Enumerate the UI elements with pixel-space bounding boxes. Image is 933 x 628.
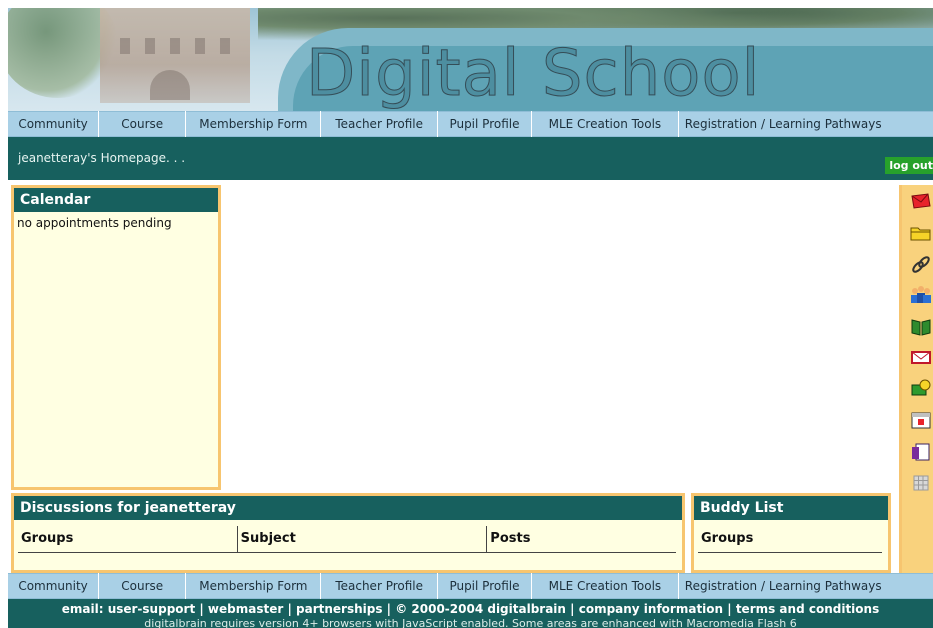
discussions-panel: Discussions for jeanetteray Groups Subje… <box>11 493 685 573</box>
tool-icon-bar <box>899 185 933 573</box>
calendar-icon[interactable] <box>910 410 932 430</box>
book-icon[interactable] <box>910 317 932 337</box>
column-posts[interactable]: Posts <box>486 526 676 552</box>
discussions-title: Discussions for jeanetteray <box>14 496 682 520</box>
calendar-panel: Calendar no appointments pending <box>11 185 221 490</box>
greeting-bar: jeanetteray's Homepage. . . log out <box>8 137 933 180</box>
top-nav: Community Course Membership Form Teacher… <box>8 111 933 137</box>
nav-mle-creation-tools[interactable]: MLE Creation Tools <box>532 111 679 137</box>
calendar-status: no appointments pending <box>17 216 172 230</box>
logout-button[interactable]: log out <box>885 157 933 174</box>
bottom-nav-registration-learning-pathways[interactable]: Registration / Learning Pathways <box>679 573 933 599</box>
bottom-nav-teacher-profile[interactable]: Teacher Profile <box>321 573 438 599</box>
footer-links[interactable]: email: user-support | webmaster | partne… <box>8 602 933 616</box>
homepage-greeting: jeanetteray's Homepage. . . <box>18 151 186 165</box>
notes-icon[interactable] <box>910 442 932 462</box>
folder-icon[interactable] <box>910 223 932 243</box>
site-footer: email: user-support | webmaster | partne… <box>8 599 933 628</box>
buddy-table-header: Groups <box>698 526 882 553</box>
nav-pupil-profile[interactable]: Pupil Profile <box>438 111 532 137</box>
bottom-nav: Community Course Membership Form Teacher… <box>8 573 933 599</box>
nav-community[interactable]: Community <box>8 111 100 137</box>
school-building-image <box>100 8 250 103</box>
chat-icon[interactable] <box>910 379 932 399</box>
buddy-column-groups[interactable]: Groups <box>698 526 878 552</box>
buddy-list-title: Buddy List <box>694 496 888 520</box>
bottom-nav-membership-form[interactable]: Membership Form <box>186 573 322 599</box>
page: Digital School Community Course Membersh… <box>8 8 933 628</box>
message-icon[interactable] <box>910 347 932 367</box>
buddy-list-panel: Buddy List Groups <box>691 493 891 573</box>
nav-teacher-profile[interactable]: Teacher Profile <box>321 111 438 137</box>
bottom-nav-pupil-profile[interactable]: Pupil Profile <box>438 573 532 599</box>
column-subject[interactable]: Subject <box>236 526 487 552</box>
link-icon[interactable] <box>910 255 932 275</box>
bottom-nav-course[interactable]: Course <box>99 573 187 599</box>
nav-course[interactable]: Course <box>99 111 187 137</box>
site-title: Digital School <box>305 37 761 112</box>
calendar-title: Calendar <box>14 188 218 212</box>
column-groups[interactable]: Groups <box>18 526 237 552</box>
bottom-nav-community[interactable]: Community <box>8 573 100 599</box>
grid-icon[interactable] <box>910 473 932 493</box>
nav-registration-learning-pathways[interactable]: Registration / Learning Pathways <box>679 111 933 137</box>
nav-membership-form[interactable]: Membership Form <box>186 111 322 137</box>
site-banner: Digital School <box>8 8 933 111</box>
mail-icon[interactable] <box>910 192 932 212</box>
discussions-table-header: Groups Subject Posts <box>18 526 676 553</box>
bottom-nav-mle-creation-tools[interactable]: MLE Creation Tools <box>532 573 679 599</box>
people-icon[interactable] <box>910 285 932 305</box>
footer-browser-note: digitalbrain requires version 4+ browser… <box>144 617 797 628</box>
